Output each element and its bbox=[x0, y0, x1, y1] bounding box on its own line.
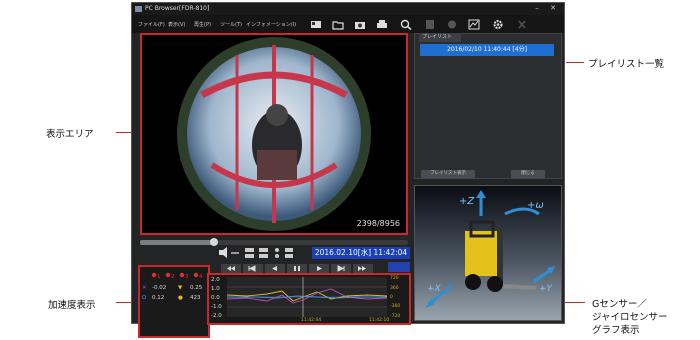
prev-icon[interactable] bbox=[243, 264, 263, 273]
ytick-4: -1.0 bbox=[211, 304, 222, 310]
graph-lines bbox=[227, 277, 387, 317]
rewind-icon[interactable] bbox=[265, 264, 285, 273]
folder-icon[interactable] bbox=[332, 19, 344, 30]
channel-1: 1 bbox=[157, 274, 161, 280]
mark-icon[interactable] bbox=[275, 248, 279, 258]
next-icon[interactable] bbox=[331, 264, 351, 273]
channel-3: 3 bbox=[185, 274, 189, 280]
title-bar: PC Browser[FDR-810] – ✕ bbox=[132, 3, 564, 15]
pause-icon[interactable] bbox=[287, 264, 307, 273]
seek-knob[interactable] bbox=[210, 238, 218, 246]
seek-bar[interactable] bbox=[140, 238, 408, 246]
leader-sensor bbox=[563, 302, 585, 303]
playlist-item[interactable]: 2016/02/10 11:40:44 [4分] bbox=[420, 44, 554, 56]
minimize-icon[interactable]: – bbox=[532, 4, 542, 13]
axis-z-label: +Z bbox=[459, 196, 475, 207]
rtick-2: 360 bbox=[390, 286, 399, 291]
accel-panel: 1 2 3 4 ✕ -0.02 ▼ 0.25 Ω 0.12 ● 423 bbox=[138, 265, 210, 338]
seek-progress bbox=[140, 240, 214, 245]
volume-icon[interactable] bbox=[219, 247, 227, 258]
frame-counter: 2398/8956 bbox=[356, 219, 400, 228]
help-icon[interactable] bbox=[516, 19, 528, 30]
rtick-3: 0 bbox=[390, 295, 393, 300]
annotation-sensor-2: ジャイロセンサー bbox=[592, 312, 668, 323]
graph-icon[interactable] bbox=[468, 19, 480, 30]
camera-icon[interactable] bbox=[354, 19, 366, 30]
print-icon[interactable] bbox=[376, 19, 388, 30]
rtick-1: 720 bbox=[390, 276, 399, 281]
axis-omega-label: +ω bbox=[527, 200, 544, 211]
annotation-playlist: プレイリスト一覧 bbox=[588, 59, 665, 70]
fisheye-image bbox=[177, 37, 371, 231]
gsensor-3d-view: +Z +ω +X +Y bbox=[414, 185, 562, 321]
frame-step-icon[interactable] bbox=[245, 248, 254, 258]
playlist-close-button[interactable]: 閉じる bbox=[511, 170, 545, 178]
ytick-1: 2.0 bbox=[211, 277, 220, 283]
annotation-accel: 加速度表示 bbox=[48, 300, 96, 311]
menu-info[interactable]: インフォメーション(I) bbox=[246, 21, 296, 28]
close-icon[interactable]: ✕ bbox=[548, 4, 558, 13]
z-axis-icon: Ω bbox=[142, 295, 147, 301]
last-icon[interactable] bbox=[353, 264, 373, 273]
channel-dots bbox=[151, 272, 199, 278]
gyro-value: 423 bbox=[190, 295, 201, 301]
datetime-display: 2016.02.10[水] 11:42:04 bbox=[312, 247, 410, 259]
card-icon[interactable] bbox=[310, 19, 322, 30]
playlist-tab[interactable]: プレイリスト bbox=[419, 33, 461, 42]
channel-2: 2 bbox=[171, 274, 175, 280]
speed-icon[interactable] bbox=[285, 248, 293, 258]
y-axis-icon: ▼ bbox=[178, 285, 183, 291]
loop-icon[interactable] bbox=[259, 248, 268, 258]
leader-playlist bbox=[566, 62, 584, 63]
graph-time-right: 11:42:10 bbox=[369, 318, 390, 323]
sensor-graph: 2.0 1.0 0.0 -1.0 -2.0 11:42:04 11:42:10 … bbox=[207, 273, 411, 325]
axis-x-label: +X bbox=[427, 284, 441, 294]
ytick-2: 1.0 bbox=[211, 286, 220, 292]
annotation-display-area: 表示エリア bbox=[46, 129, 94, 140]
menu-tools[interactable]: ツール(T) bbox=[220, 21, 242, 28]
disabled-icon[interactable] bbox=[446, 19, 458, 30]
rtick-5: -720 bbox=[390, 314, 401, 319]
play-icon[interactable] bbox=[309, 264, 329, 273]
speed-indicator bbox=[388, 262, 410, 272]
menu-play[interactable]: 再生(P) bbox=[194, 21, 211, 28]
ytick-3: 0.0 bbox=[211, 295, 220, 301]
accel-z-value: 0.12 bbox=[152, 295, 165, 301]
graph-time-left: 11:42:04 bbox=[301, 318, 322, 323]
rtick-4: -360 bbox=[390, 304, 401, 309]
window-title: PC Browser[FDR-810] bbox=[145, 5, 210, 12]
video-display[interactable]: 2398/8956 bbox=[140, 33, 408, 235]
accel-y-value: 0.25 bbox=[190, 285, 203, 291]
menu-bar: ファイル(F) 表示(V) 再生(P) ツール(T) インフォメーション(I) bbox=[132, 15, 564, 33]
channel-4: 4 bbox=[199, 274, 203, 280]
menu-file[interactable]: ファイル(F) bbox=[138, 21, 165, 28]
accel-x-value: -0.02 bbox=[152, 285, 167, 291]
ytick-5: -2.0 bbox=[211, 313, 222, 319]
zoom-icon[interactable] bbox=[400, 19, 412, 30]
annotation-sensor-3: グラフ表示 bbox=[592, 325, 640, 336]
settings-icon[interactable] bbox=[492, 19, 504, 30]
menu-view[interactable]: 表示(V) bbox=[168, 21, 185, 28]
playlist-panel: プレイリスト 2016/02/10 11:40:44 [4分] プレイリスト表示… bbox=[414, 33, 562, 179]
app-icon bbox=[135, 6, 142, 12]
first-icon[interactable] bbox=[221, 264, 241, 273]
annotation-sensor-1: Gセンサー／ bbox=[592, 299, 647, 310]
gyro-icon: ● bbox=[178, 295, 183, 301]
axis-y-label: +Y bbox=[539, 284, 553, 294]
playlist-show-button[interactable]: プレイリスト表示 bbox=[421, 170, 475, 178]
save-icon[interactable] bbox=[424, 19, 436, 30]
x-axis-icon: ✕ bbox=[142, 285, 147, 291]
